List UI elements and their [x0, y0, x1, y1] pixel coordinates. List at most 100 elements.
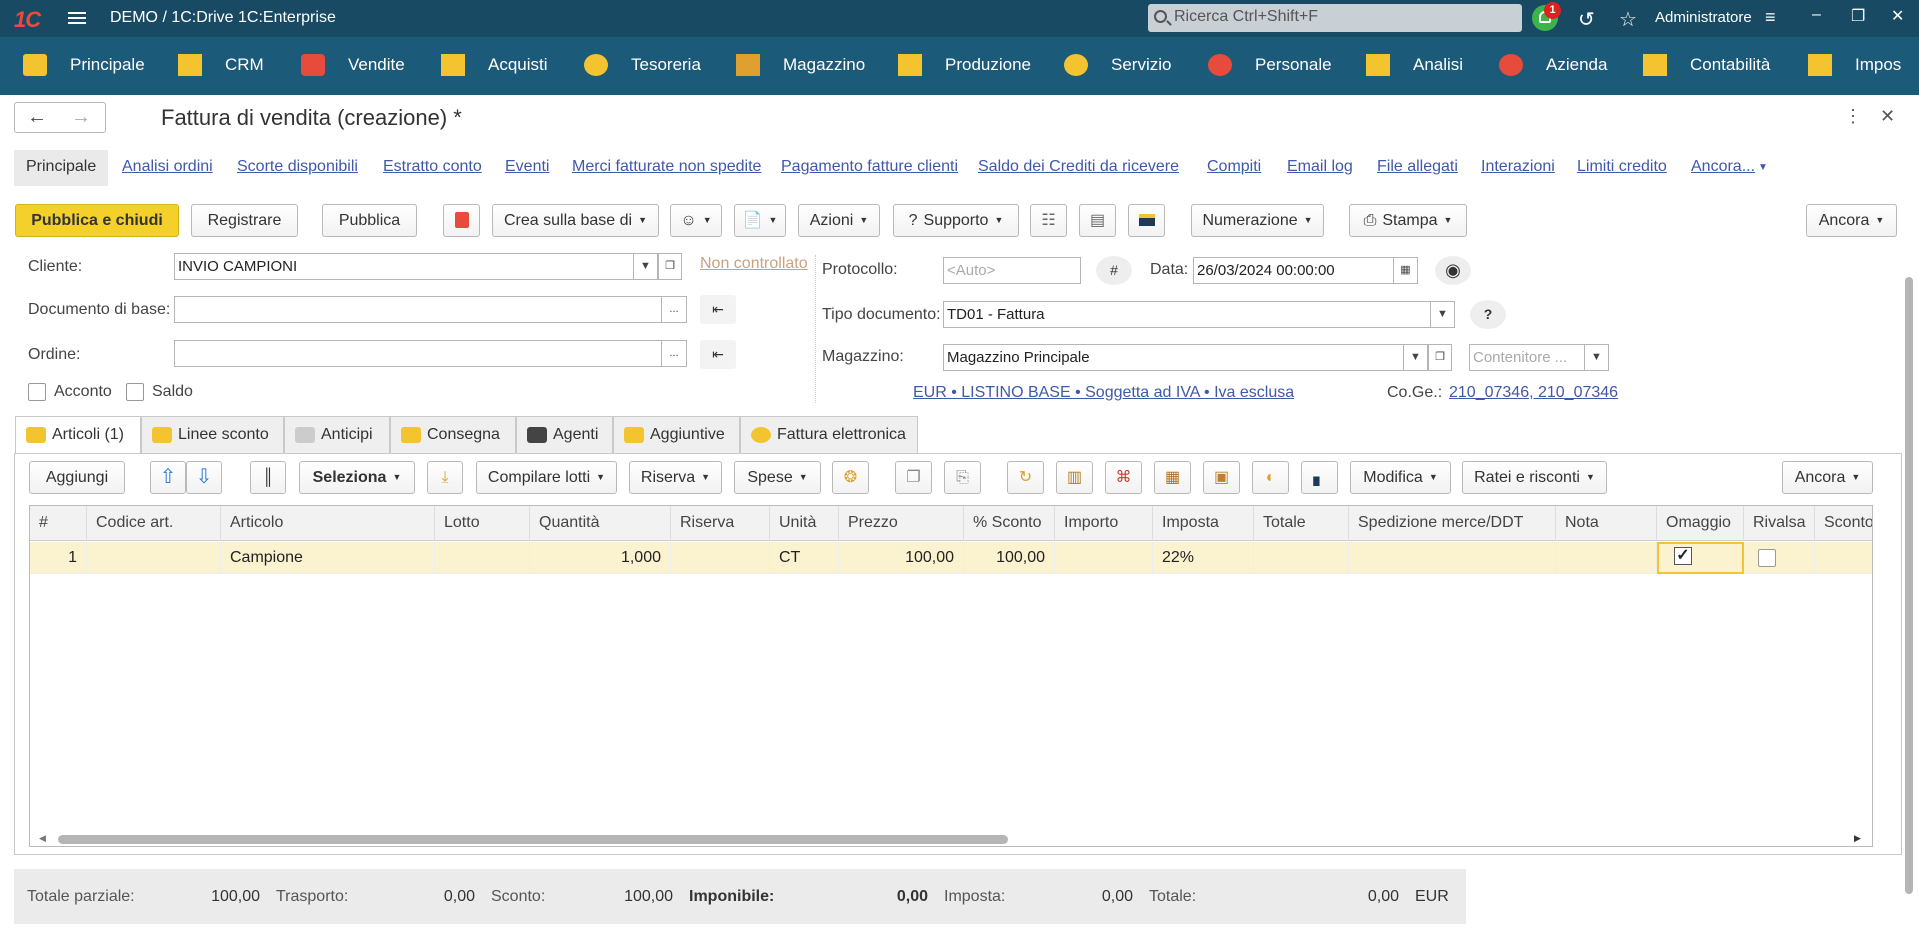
structure-button[interactable]: [1128, 204, 1165, 237]
cell-unit[interactable]: CT: [770, 542, 839, 574]
close-window-icon[interactable]: ✕: [1891, 6, 1904, 26]
gift-icon[interactable]: ❂: [832, 461, 869, 494]
recharge-checkbox[interactable]: [1744, 542, 1815, 574]
col-reserve[interactable]: Riserva: [671, 506, 770, 541]
cell-tax[interactable]: 22%: [1153, 542, 1254, 574]
customer-dropdown[interactable]: ▼: [634, 253, 658, 280]
col-shipping[interactable]: Spedizione merce/DDT: [1349, 506, 1556, 541]
col-price[interactable]: Prezzo: [839, 506, 964, 541]
item-icon[interactable]: ◐: [1252, 461, 1289, 494]
col-amount[interactable]: Importo: [1055, 506, 1153, 541]
ledger-button[interactable]: [443, 204, 480, 237]
restore-icon[interactable]: ❐: [1851, 6, 1865, 26]
col-recharge[interactable]: Rivalsa: [1744, 506, 1815, 541]
expenses-button[interactable]: Spese ▼: [734, 461, 821, 494]
grid-more-button[interactable]: Ancora ▼: [1782, 461, 1873, 494]
col-lot[interactable]: Lotto: [435, 506, 530, 541]
select-button[interactable]: Seleziona ▼: [299, 461, 415, 494]
warehouse-dropdown[interactable]: ▼: [1404, 344, 1428, 371]
cell-price[interactable]: 100,00: [839, 542, 964, 574]
move-up-icon[interactable]: ⇧: [150, 461, 186, 494]
fill-order-button[interactable]: ⇤: [700, 340, 736, 369]
report-button[interactable]: ☷: [1030, 204, 1067, 237]
cell-reserve[interactable]: [671, 542, 770, 574]
menu-icon[interactable]: [68, 9, 86, 27]
scroll-right-icon[interactable]: ▶: [1854, 833, 1861, 844]
chevron-right-icon[interactable]: ▶: [1897, 93, 1908, 110]
calendar-icon[interactable]: ▦: [1394, 257, 1418, 284]
user-name[interactable]: Administratore: [1655, 9, 1752, 26]
col-gift[interactable]: Omaggio: [1657, 506, 1744, 541]
col-total[interactable]: Totale: [1254, 506, 1349, 541]
tab-eventi[interactable]: Eventi: [505, 158, 549, 176]
tab-principale[interactable]: Principale: [14, 150, 109, 186]
tab-articoli[interactable]: Articoli (1): [15, 416, 141, 454]
col-discount[interactable]: % Sconto: [964, 506, 1055, 541]
items-table[interactable]: # Codice art. Articolo Lotto Quantità Ri…: [29, 505, 1873, 847]
numbering-button[interactable]: Numerazione ▼: [1191, 204, 1324, 237]
cell-shipping[interactable]: [1349, 542, 1556, 574]
container-field[interactable]: Contenitore ...: [1469, 344, 1585, 371]
cell-discount-a[interactable]: [1815, 542, 1872, 574]
import-icon[interactable]: ⤓: [427, 461, 463, 494]
tab-estratto[interactable]: Estratto conto: [383, 158, 482, 176]
add-button[interactable]: Aggiungi: [29, 461, 125, 494]
barcode-icon[interactable]: ║: [250, 461, 286, 494]
modify-button[interactable]: Modifica ▼: [1350, 461, 1451, 494]
post-and-close-button[interactable]: Pubblica e chiudi: [15, 204, 179, 237]
more-options-icon[interactable]: ⋮: [1844, 106, 1862, 127]
tab-limiti[interactable]: Limiti credito: [1577, 158, 1667, 176]
support-button[interactable]: ? Supporto ▼: [893, 204, 1019, 237]
close-icon[interactable]: ✕: [1880, 106, 1895, 127]
base-doc-select-button[interactable]: ...: [662, 296, 687, 323]
tab-email-log[interactable]: Email log: [1287, 158, 1353, 176]
col-code[interactable]: Codice art.: [87, 506, 221, 541]
gift-checkbox[interactable]: ✓: [1657, 542, 1744, 574]
tab-consegna[interactable]: Consegna: [390, 416, 516, 454]
users-button[interactable]: ☺ ▼: [670, 204, 722, 237]
tab-scorte[interactable]: Scorte disponibili: [237, 158, 358, 176]
settings-icon[interactable]: ≡: [1765, 7, 1776, 28]
tab-saldo[interactable]: Saldo dei Crediti da ricevere: [978, 158, 1179, 176]
cell-lot[interactable]: [435, 542, 530, 574]
tab-linee-sconto[interactable]: Linee sconto: [141, 416, 284, 454]
doctype-field[interactable]: TD01 - Fattura: [943, 301, 1431, 328]
documents-button[interactable]: 📄 ▼: [734, 204, 786, 237]
coge-link[interactable]: 210_07346, 210_07346: [1449, 384, 1618, 402]
col-quantity[interactable]: Quantità: [530, 506, 671, 541]
help-button[interactable]: ?: [1470, 300, 1506, 329]
star-icon[interactable]: ☆: [1619, 7, 1637, 32]
eye-icon[interactable]: ◉: [1435, 256, 1471, 285]
tab-anticipi[interactable]: Anticipi: [284, 416, 390, 454]
tab-merci[interactable]: Merci fatturate non spedite: [572, 158, 761, 176]
tab-fattura-elettronica[interactable]: Fattura elettronica: [740, 416, 918, 454]
minimize-icon[interactable]: –: [1812, 6, 1821, 24]
tab-analisi-ordini[interactable]: Analisi ordini: [122, 158, 213, 176]
cell-total[interactable]: [1254, 542, 1349, 574]
table-row[interactable]: 1 Campione 1,000 CT 100,00 100,00 22% ✓: [30, 542, 1872, 574]
more-button[interactable]: Ancora ▼: [1806, 204, 1897, 237]
tab-pagamento[interactable]: Pagamento fatture clienti: [781, 158, 958, 176]
tab-compiti[interactable]: Compiti: [1207, 158, 1261, 176]
col-number[interactable]: #: [30, 506, 87, 541]
vertical-scrollbar[interactable]: [1905, 277, 1913, 894]
cell-note[interactable]: [1556, 542, 1657, 574]
open-icon[interactable]: ❐: [1428, 344, 1452, 371]
accruals-button[interactable]: Ratei e risconti ▼: [1462, 461, 1607, 494]
col-unit[interactable]: Unità: [770, 506, 839, 541]
post-button[interactable]: Pubblica: [322, 204, 417, 237]
col-item[interactable]: Articolo: [221, 506, 435, 541]
horizontal-scrollbar[interactable]: [58, 835, 1008, 844]
doctype-dropdown[interactable]: ▼: [1431, 301, 1455, 328]
number-button[interactable]: #: [1096, 256, 1132, 285]
cart-icon[interactable]: ⌘: [1105, 461, 1142, 494]
app-logo[interactable]: 1C: [14, 7, 41, 33]
not-controlled-link[interactable]: Non controllato: [700, 255, 808, 273]
balance-checkbox[interactable]: [126, 383, 144, 401]
order-select-button[interactable]: ...: [662, 340, 687, 367]
search-input[interactable]: Ricerca Ctrl+Shift+F: [1148, 4, 1522, 32]
copy-icon[interactable]: ❐: [895, 461, 932, 494]
protocol-field[interactable]: <Auto>: [943, 257, 1081, 284]
table-button[interactable]: ▤: [1079, 204, 1116, 237]
back-icon[interactable]: ←: [27, 106, 47, 129]
